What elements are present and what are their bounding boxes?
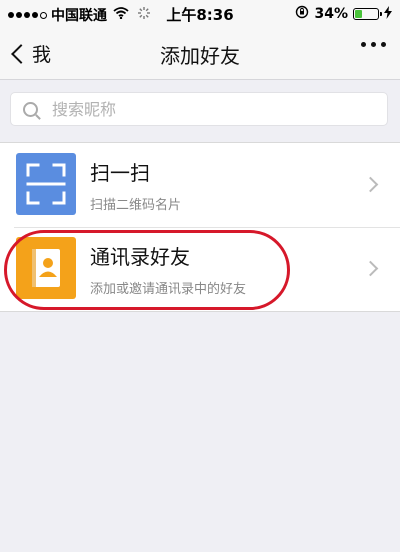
chevron-right-icon: [362, 260, 379, 277]
page-title: 添加好友: [160, 44, 240, 68]
screen: 中国联通 上午8:36 34% 我 添加好友 搜索昵称 扫一扫 扫描二维码名片 …: [0, 0, 400, 552]
battery-icon: [353, 8, 382, 20]
battery-fill: [355, 10, 362, 18]
contacts-book-icon: [16, 237, 76, 299]
list-item-scan[interactable]: 扫一扫 扫描二维码名片: [0, 143, 400, 227]
search-icon: [23, 101, 38, 117]
battery-percent: 34%: [314, 6, 348, 22]
charging-icon: [384, 5, 392, 23]
scan-icon: [16, 153, 76, 215]
list-item-contacts[interactable]: 通讯录好友 添加或邀请通讯录中的好友: [0, 227, 400, 311]
more-button[interactable]: [361, 42, 386, 47]
item-subtitle: 添加或邀请通讯录中的好友: [90, 282, 247, 297]
nav-bar: 我 添加好友: [0, 28, 400, 80]
item-title: 通讯录好友: [90, 245, 190, 269]
add-friend-options: 扫一扫 扫描二维码名片 通讯录好友 添加或邀请通讯录中的好友: [0, 142, 400, 312]
chevron-right-icon: [362, 176, 379, 193]
search-section: [0, 80, 400, 142]
item-title: 扫一扫: [90, 161, 150, 185]
status-right: 34%: [295, 5, 392, 23]
more-dots-icon: [361, 42, 366, 47]
search-bar[interactable]: [10, 92, 388, 126]
status-bar: 中国联通 上午8:36 34%: [0, 0, 400, 28]
item-subtitle: 扫描二维码名片: [90, 198, 182, 213]
rotation-lock-icon: [295, 5, 309, 23]
search-input[interactable]: [50, 98, 354, 120]
